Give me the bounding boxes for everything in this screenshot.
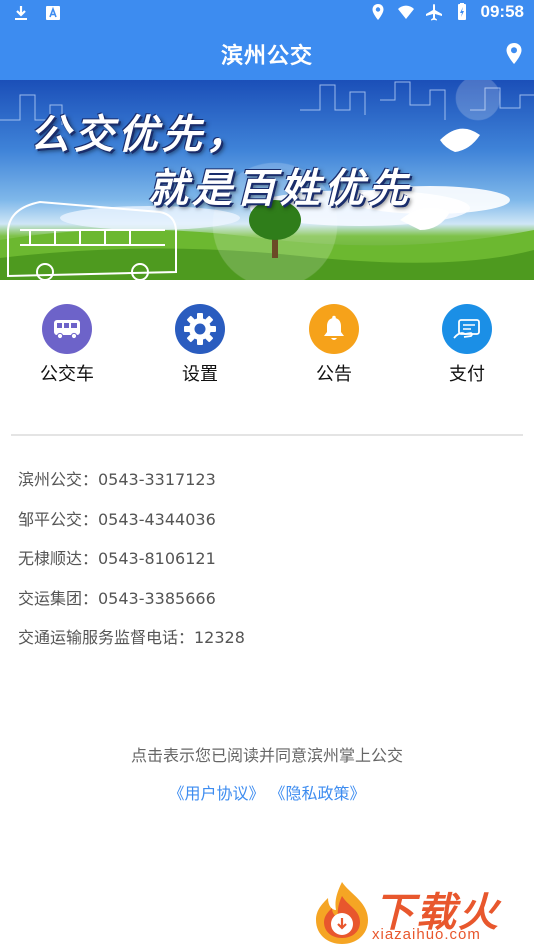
a-notification-icon — [46, 6, 60, 20]
agreement-section: 点击表示您已阅读并同意滨州掌上公交 《用户协议》 《隐私政策》 — [0, 742, 534, 804]
app-bar: 滨州公交 — [0, 28, 534, 80]
menu-item-notice[interactable]: 公告 — [279, 300, 389, 386]
menu-label-bus: 公交车 — [40, 364, 94, 385]
battery-icon — [457, 3, 466, 20]
menu-label-settings: 设置 — [182, 364, 218, 385]
contact-binzhou-bus[interactable]: 滨州公交：0543-3317123 — [18, 466, 518, 506]
contact-wudi-shunda[interactable]: 无棣顺达：0543-8106121 — [18, 545, 518, 585]
bell-icon — [309, 304, 359, 354]
card-payment-icon — [442, 304, 492, 354]
contact-zouping-bus[interactable]: 邹平公交：0543-4344036 — [18, 506, 518, 546]
wifi-icon — [397, 5, 414, 19]
flame-logo-icon — [316, 882, 368, 944]
agreement-links: 《用户协议》 《隐私政策》 — [0, 780, 534, 804]
user-agreement-link[interactable]: 《用户协议》 — [168, 784, 264, 803]
download-icon — [15, 6, 27, 20]
status-bar: 09:58 — [0, 0, 534, 28]
divider — [11, 434, 523, 436]
clock: 09:58 — [480, 2, 524, 21]
privacy-policy-link[interactable]: 《隐私政策》 — [270, 784, 366, 803]
menu-label-payment: 支付 — [449, 364, 485, 385]
menu-item-settings[interactable]: 设置 — [145, 300, 255, 386]
location-pin-icon[interactable] — [504, 42, 524, 66]
airplane-icon — [425, 4, 442, 21]
banner-slogan-line1: 公交优先， — [30, 111, 250, 158]
menu-item-bus[interactable]: 公交车 — [12, 300, 122, 386]
menu-item-payment[interactable]: 支付 — [412, 300, 522, 386]
bus-icon — [42, 304, 92, 354]
contact-supervision-hotline[interactable]: 交通运输服务监督电话：12328 — [18, 624, 518, 664]
contact-jiaoyun-group[interactable]: 交运集团：0543-3385666 — [18, 585, 518, 625]
agreement-text: 点击表示您已阅读并同意滨州掌上公交 — [130, 746, 403, 765]
app-title: 滨州公交 — [220, 44, 313, 69]
quick-menu: 公交车 设置 公告 支付 — [0, 300, 534, 390]
banner-slogan-line2: 就是百姓优先 — [148, 165, 412, 212]
watermark: 下载火 xiazaihuo.com — [310, 878, 528, 948]
banner-image[interactable]: 公交优先， 就是百姓优先 — [0, 80, 534, 280]
contact-list: 滨州公交：0543-3317123 邹平公交：0543-4344036 无棣顺达… — [18, 466, 518, 664]
location-pin-icon — [372, 4, 384, 20]
watermark-url: xiazaihuo.com — [372, 926, 481, 943]
gear-icon — [175, 304, 225, 354]
menu-label-notice: 公告 — [316, 364, 352, 385]
